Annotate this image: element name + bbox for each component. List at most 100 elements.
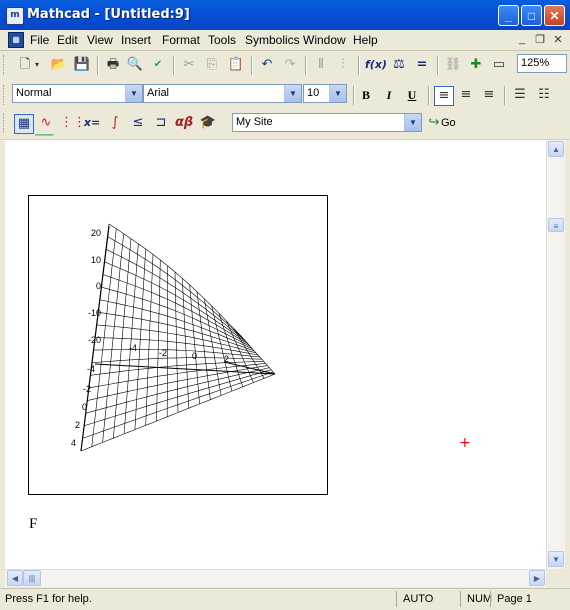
axis-tick-label: -2	[159, 348, 167, 358]
cut-icon[interactable]: ✂	[180, 56, 198, 74]
menu-file[interactable]: File	[30, 33, 49, 47]
z-tick-label: 0	[96, 281, 101, 291]
spell-check-icon[interactable]: ✔	[149, 56, 167, 74]
mdi-restore-button[interactable]: ❐	[532, 33, 548, 47]
print-preview-icon[interactable]: 🔍	[126, 56, 144, 74]
menu-insert[interactable]: Insert	[121, 33, 151, 47]
menu-window[interactable]: Window	[303, 33, 346, 47]
calculus-icon[interactable]: ∫	[106, 114, 124, 132]
scroll-left-button[interactable]: ◀	[7, 570, 23, 586]
formatting-toolbar: Normal ▼ Arial ▼ 10 ▼ B I U ≡ ≡ ≡ ☰ ☷	[0, 81, 570, 110]
align-down-icon[interactable]: ⫶	[334, 56, 352, 74]
status-calc-mode: AUTO	[396, 591, 439, 607]
axis-tick-label: 0	[192, 351, 197, 361]
undo-icon[interactable]: ↶	[258, 56, 276, 74]
symbolic-keyword-icon[interactable]: 🎓	[199, 114, 217, 132]
resource-center-icon[interactable]: ▭	[490, 56, 508, 74]
document-icon[interactable]: ▦	[8, 32, 24, 48]
zoom-select[interactable]: 125%	[517, 54, 567, 73]
menu-help[interactable]: Help	[353, 33, 378, 47]
font-size-value: 10	[307, 87, 320, 99]
style-value: Normal	[16, 87, 52, 99]
z-tick-label: -20	[88, 335, 101, 345]
evaluation-icon[interactable]: x=	[83, 114, 101, 132]
scroll-right-button[interactable]: ▶	[529, 570, 545, 586]
axis-tick-label: 2	[224, 354, 229, 364]
chevron-down-icon[interactable]: ▼	[329, 85, 346, 102]
separator	[97, 56, 99, 75]
separator	[173, 56, 175, 75]
mathcad-app-icon[interactable]: m	[6, 7, 24, 25]
font-select[interactable]: Arial ▼	[143, 84, 302, 103]
toolbar-grip[interactable]	[3, 113, 7, 133]
toolbar-grip[interactable]	[3, 55, 7, 75]
z-tick-label: 20	[91, 228, 101, 238]
boolean-icon[interactable]: ≤	[129, 114, 147, 132]
title-bar: m Mathcad - [Untitled:9] _ □ ✕	[0, 0, 570, 30]
numbered-list-icon[interactable]: ☷	[535, 86, 553, 104]
font-size-select[interactable]: 10 ▼	[303, 84, 347, 103]
italic-button[interactable]: I	[380, 86, 398, 104]
worksheet[interactable]: ▔▔▔ 20 10 0 -10 -20 -4 -2 0 2 4 -4 -2 0 …	[5, 135, 546, 569]
separator	[504, 86, 506, 105]
calculate-icon[interactable]: =	[413, 56, 431, 74]
maximize-button[interactable]: □	[521, 5, 542, 26]
mdi-minimize-button[interactable]: _	[514, 33, 530, 47]
separator	[428, 86, 430, 105]
bullet-list-icon[interactable]: ☰	[511, 86, 529, 104]
print-icon[interactable]: 🖶	[104, 56, 122, 74]
scroll-up-button[interactable]: ▲	[548, 141, 564, 157]
z-tick-label: -4	[87, 364, 95, 374]
insert-unit-icon[interactable]: ⚖	[390, 56, 408, 74]
region-marker: ▔▔▔	[35, 135, 54, 144]
chevron-down-icon[interactable]: ▼	[404, 114, 421, 131]
calculator-icon[interactable]: ▦	[14, 114, 34, 134]
menu-format[interactable]: Format	[162, 33, 200, 47]
z-tick-label: -2	[83, 384, 91, 394]
greek-icon[interactable]: αβ	[175, 114, 193, 132]
open-folder-icon[interactable]: 📂	[50, 56, 68, 74]
copy-icon[interactable]: ⎘	[203, 56, 221, 74]
underline-button[interactable]: U	[403, 86, 421, 104]
horizontal-scrollbar[interactable]: ◀ ||| ▶	[5, 569, 546, 587]
vertical-scroll-thumb[interactable]: ≡	[548, 218, 564, 232]
vertical-scrollbar[interactable]: ▲ ≡ ▼	[546, 140, 565, 569]
bold-button[interactable]: B	[357, 86, 375, 104]
graph-icon[interactable]: ∿	[37, 114, 55, 132]
align-center-icon[interactable]: ≡	[457, 86, 475, 104]
surface-plot[interactable]: 20 10 0 -10 -20 -4 -2 0 2 4 -4 -2 0 2	[28, 195, 328, 495]
separator	[353, 86, 355, 105]
insert-component-icon[interactable]: ✚	[467, 56, 485, 74]
close-button[interactable]: ✕	[544, 5, 565, 26]
menu-symbolics[interactable]: Symbolics	[245, 33, 300, 47]
save-icon[interactable]: 💾	[73, 56, 91, 74]
horizontal-scroll-thumb[interactable]: |||	[23, 570, 41, 586]
chevron-down-icon[interactable]: ▼	[284, 85, 301, 102]
chevron-down-icon[interactable]: ▼	[125, 85, 142, 102]
menu-tools[interactable]: Tools	[208, 33, 236, 47]
menu-view[interactable]: View	[87, 33, 113, 47]
toolbar-grip[interactable]	[3, 85, 7, 105]
separator	[358, 56, 360, 75]
style-select[interactable]: Normal ▼	[12, 84, 143, 103]
align-right-icon[interactable]: ≡	[480, 86, 498, 104]
mdi-close-button[interactable]: ✕	[550, 33, 566, 47]
redo-icon[interactable]: ↷	[281, 56, 299, 74]
function-label[interactable]: F	[29, 516, 37, 533]
zoom-value: 125%	[521, 57, 550, 69]
z-tick-label: 0	[82, 402, 87, 412]
paste-icon[interactable]: 📋	[227, 56, 245, 74]
insert-hyperlink-icon[interactable]: ⛓	[444, 56, 462, 74]
programming-icon[interactable]: ⊐	[152, 114, 170, 132]
go-button[interactable]: Go	[441, 117, 456, 129]
site-select[interactable]: My Site ▼	[232, 113, 422, 132]
insert-function-icon[interactable]: f(x)	[365, 56, 387, 74]
align-left-icon[interactable]: ≡	[434, 86, 454, 106]
scroll-down-button[interactable]: ▼	[548, 551, 564, 567]
matrix-icon[interactable]: ⋮⋮	[60, 114, 86, 132]
minimize-button[interactable]: _	[498, 5, 519, 26]
new-dropdown-icon[interactable]: ▾	[32, 56, 42, 74]
menu-edit[interactable]: Edit	[57, 33, 78, 47]
menu-bar: ▦ File Edit View Insert Format Tools Sym…	[0, 30, 570, 51]
align-across-icon[interactable]: ⫴	[312, 56, 330, 74]
